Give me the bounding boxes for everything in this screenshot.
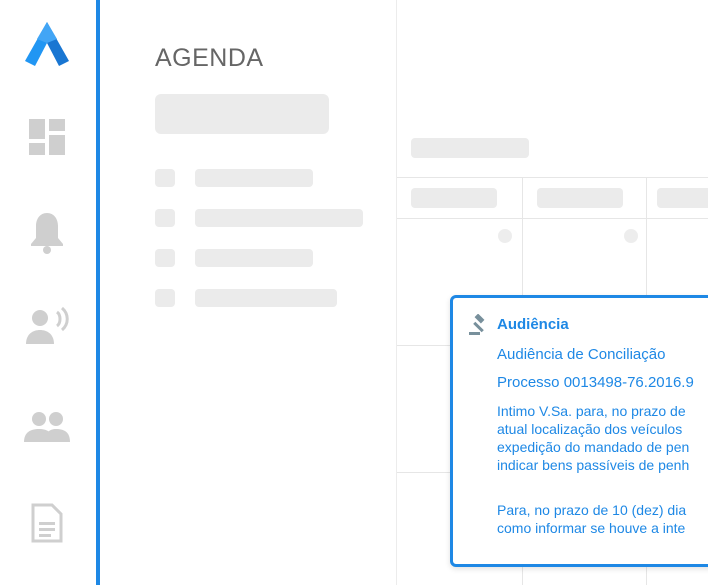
weekday-header-placeholder bbox=[537, 188, 623, 208]
event-description: Intimo V.Sa. para, no prazo de atual loc… bbox=[497, 403, 690, 473]
day-dot[interactable] bbox=[498, 229, 512, 243]
filter-checkbox[interactable] bbox=[155, 249, 175, 267]
filter-label-placeholder bbox=[195, 249, 313, 267]
speaker-icon[interactable] bbox=[22, 302, 72, 352]
people-icon[interactable] bbox=[22, 402, 72, 452]
agenda-panel: AGENDA bbox=[104, 0, 397, 585]
filter-checkbox[interactable] bbox=[155, 209, 175, 227]
search-placeholder[interactable] bbox=[155, 94, 329, 134]
calendar-month-placeholder bbox=[411, 138, 529, 158]
filter-label-placeholder bbox=[195, 289, 337, 307]
document-icon[interactable] bbox=[22, 498, 72, 548]
event-subtitle: Audiência de Conciliação bbox=[497, 346, 666, 363]
event-description-2: Para, no prazo de 10 (dez) dia como info… bbox=[497, 502, 687, 536]
event-card[interactable]: Audiência Audiência de Conciliação Proce… bbox=[450, 295, 708, 567]
filter-checkbox[interactable] bbox=[155, 289, 175, 307]
filter-checkbox[interactable] bbox=[155, 169, 175, 187]
day-dot[interactable] bbox=[624, 229, 638, 243]
filter-label-placeholder bbox=[195, 169, 313, 187]
weekday-header-placeholder bbox=[411, 188, 497, 208]
sidebar bbox=[0, 0, 100, 585]
filter-label-placeholder bbox=[195, 209, 363, 227]
gavel-icon bbox=[469, 314, 485, 335]
event-type: Audiência bbox=[497, 316, 569, 333]
app-logo-icon[interactable] bbox=[22, 18, 72, 68]
grid-line bbox=[397, 177, 708, 178]
event-process: Processo 0013498-76.2016.9 bbox=[497, 374, 694, 391]
dashboard-icon[interactable] bbox=[22, 112, 72, 162]
page-title: AGENDA bbox=[155, 44, 264, 72]
bell-icon[interactable] bbox=[22, 208, 72, 258]
weekday-header-placeholder bbox=[657, 188, 708, 208]
grid-line bbox=[397, 218, 708, 219]
